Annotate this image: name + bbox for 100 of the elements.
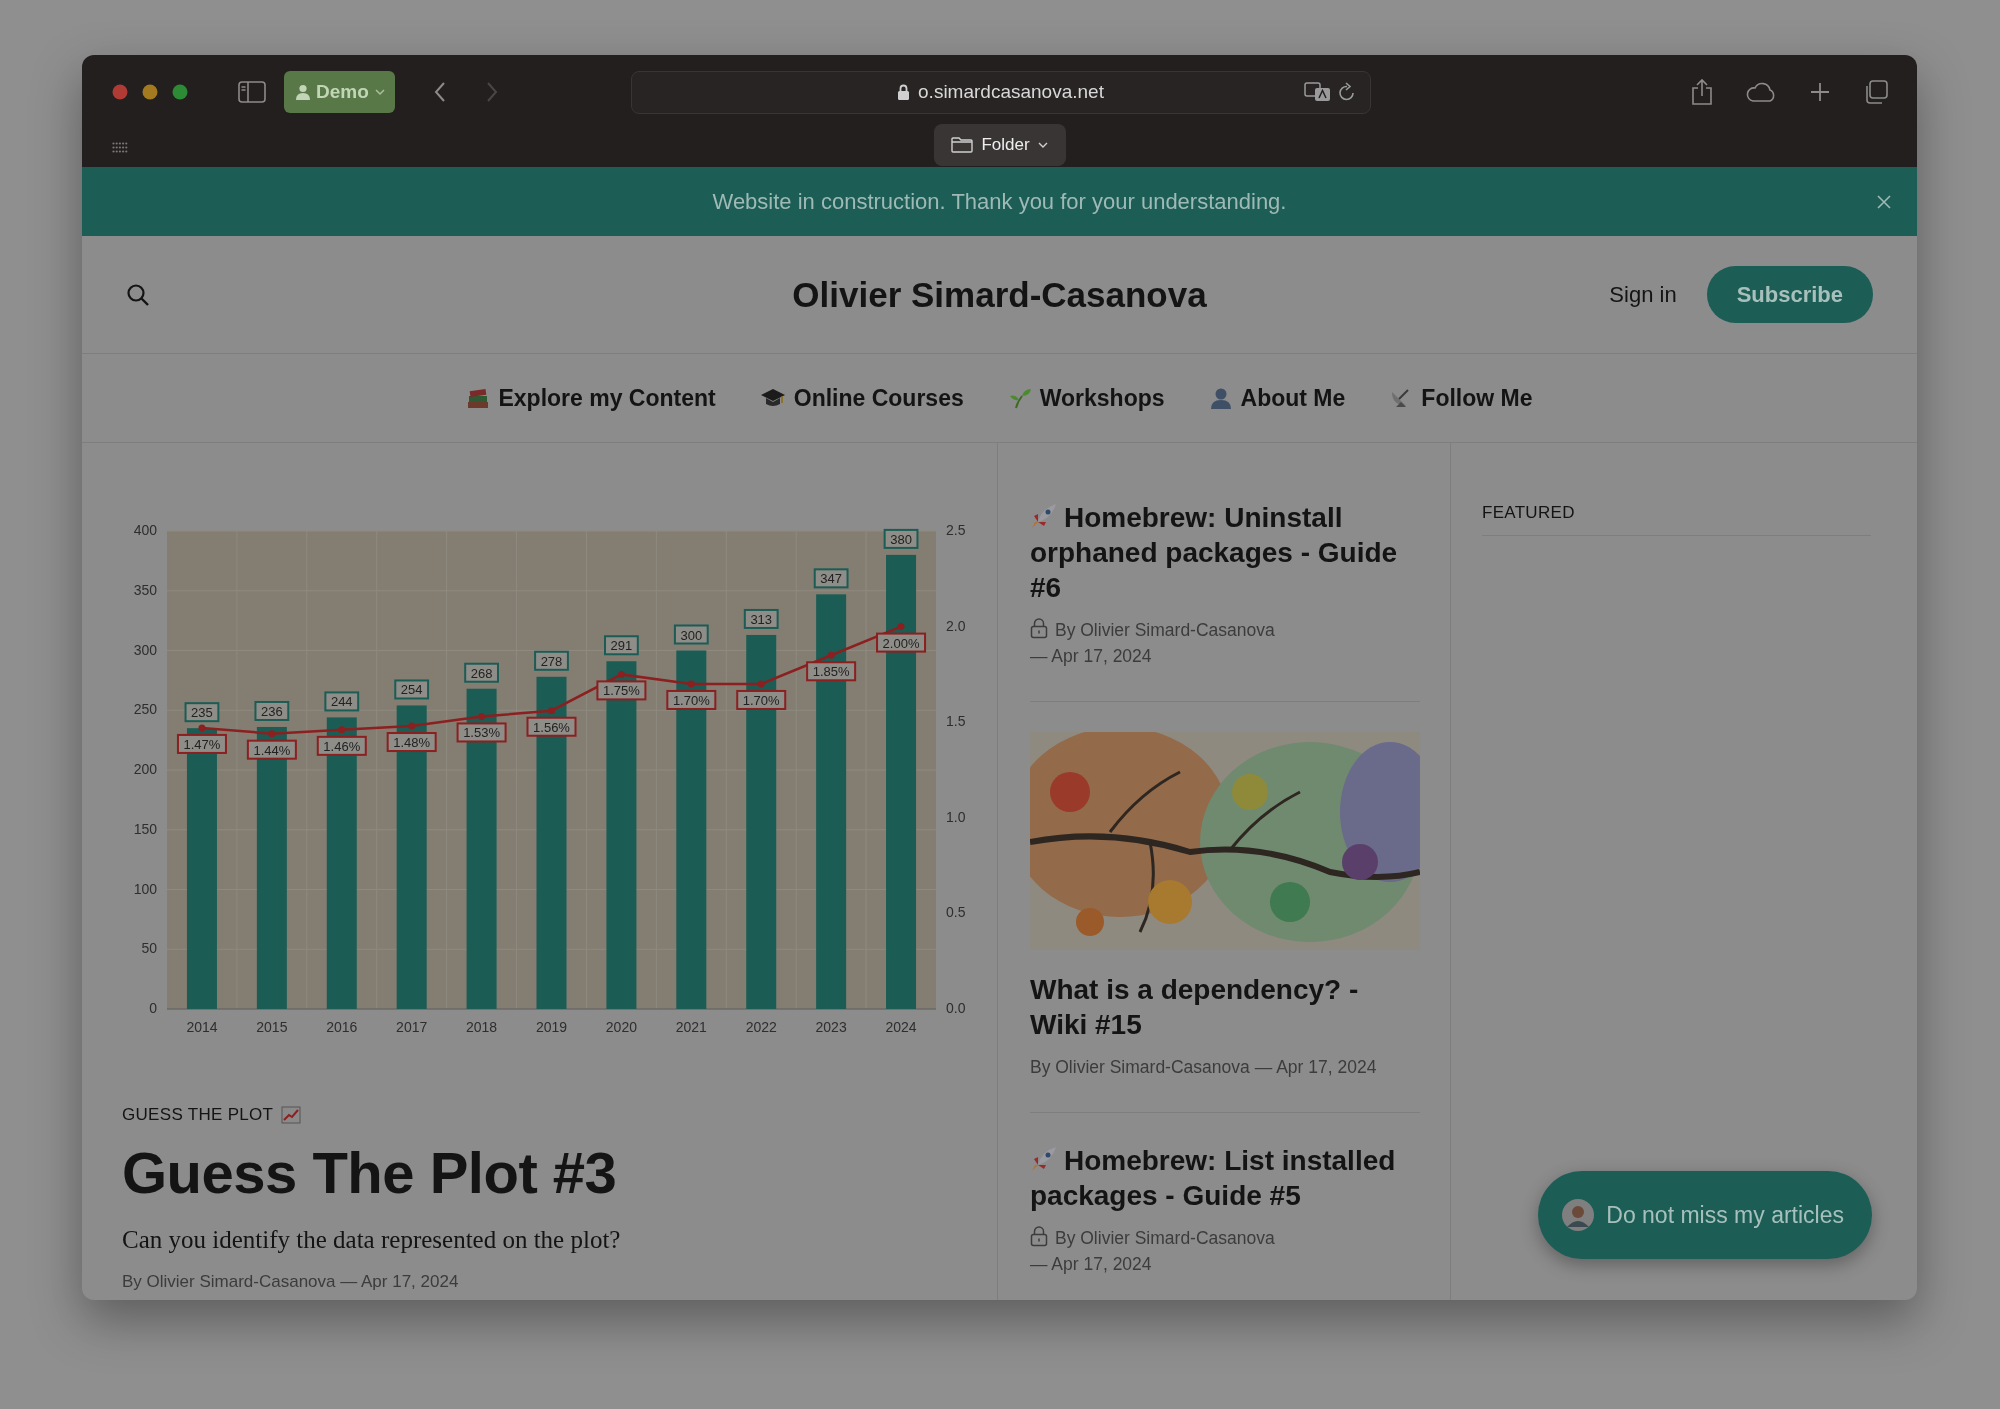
cloud-icon[interactable]	[1745, 81, 1777, 103]
data-point	[757, 680, 765, 688]
lock-icon	[897, 83, 911, 101]
chart-icon	[281, 1106, 302, 1124]
subscribe-button[interactable]: Subscribe	[1706, 266, 1873, 323]
axis-label: 2.5	[946, 522, 966, 538]
rocket-icon	[1029, 1145, 1058, 1173]
data-label: 1.70%	[742, 692, 781, 708]
close-icon[interactable]	[1877, 195, 1891, 209]
data-label: 235	[191, 705, 213, 721]
axis-label: 1.5	[946, 713, 966, 730]
axis-label: 150	[133, 820, 157, 837]
axis-label: 2016	[326, 1019, 358, 1035]
share-icon[interactable]	[1691, 78, 1713, 106]
value-label: 235	[184, 702, 220, 723]
value-label: 1.70%	[666, 689, 717, 710]
value-label: 291	[604, 635, 639, 656]
nav-link[interactable]: About Me	[1208, 384, 1346, 412]
nav-link[interactable]: Follow Me	[1389, 384, 1533, 412]
data-label: 1.75%	[602, 683, 641, 699]
maximize-window-icon[interactable]	[172, 84, 188, 100]
axis-label: 2019	[535, 1019, 568, 1035]
minimize-window-icon[interactable]	[142, 84, 158, 100]
tab-group-button[interactable]: Folder	[933, 124, 1066, 166]
site-title[interactable]: Olivier Simard-Casanova	[792, 274, 1207, 315]
data-point	[478, 712, 486, 720]
post-title[interactable]: Homebrew: List installed packages - Guide #5	[1029, 1143, 1420, 1213]
folder-icon	[951, 137, 974, 153]
grid-icon[interactable]	[112, 142, 128, 154]
axis-label: 50	[141, 940, 157, 957]
search-icon[interactable]	[126, 282, 150, 307]
data-label: 1.47%	[183, 736, 221, 752]
data-label: 254	[400, 682, 423, 698]
value-label: 1.47%	[176, 733, 227, 754]
back-icon[interactable]	[432, 81, 447, 103]
new-tab-icon[interactable]	[1809, 81, 1831, 103]
caret-icon	[374, 88, 385, 96]
rocket-icon	[1029, 502, 1058, 530]
profile-button[interactable]: Demo	[284, 71, 395, 113]
axis-label: 2022	[745, 1019, 777, 1035]
post-author: By Olivier Simard-Casanova	[1054, 620, 1275, 640]
data-label: 1.53%	[463, 725, 501, 741]
axis-label: 250	[133, 701, 157, 718]
post-title[interactable]: What is a dependency? - Wiki #15	[1029, 972, 1420, 1042]
nav-link[interactable]: Online Courses	[759, 384, 964, 412]
sidebar-icon[interactable]	[238, 81, 266, 103]
value-label: 347	[813, 568, 849, 589]
value-label: 1.85%	[806, 661, 857, 682]
data-label: 1.48%	[393, 735, 431, 751]
announcement-text: Website in construction. Thank you for your understanding.	[712, 188, 1287, 215]
axis-label: 300	[133, 641, 157, 658]
axis-label: 2023	[815, 1019, 847, 1035]
sign-in-link[interactable]: Sign in	[1609, 281, 1677, 308]
data-label: 1.44%	[253, 742, 291, 758]
axis-label: 1.0	[946, 808, 966, 825]
axis-label: 2015	[256, 1019, 288, 1035]
section-heading: FEATURED	[1481, 503, 1871, 536]
data-point	[198, 724, 206, 732]
axis-label: 0.0	[946, 1000, 966, 1016]
person-icon	[1208, 387, 1233, 409]
data-label: 380	[890, 531, 912, 547]
data-point	[897, 623, 905, 631]
value-label: 1.56%	[526, 716, 577, 737]
value-label: 1.75%	[596, 680, 647, 701]
post-title[interactable]: Guess The Plot #3	[122, 1139, 967, 1206]
person-icon	[296, 84, 310, 100]
axis-label: 0	[149, 1000, 157, 1016]
translate-icon[interactable]	[1303, 81, 1332, 102]
post-date: — Apr 17, 2024	[1029, 645, 1153, 668]
caret-icon	[1037, 141, 1048, 149]
address-field[interactable]: o.simardcasanova.net	[630, 70, 1371, 114]
post-author: By Olivier Simard-Casanova	[1054, 1228, 1275, 1248]
data-label: 1.70%	[672, 692, 711, 708]
value-label: 236	[254, 701, 290, 721]
value-label: 2.00%	[876, 632, 927, 653]
reload-icon[interactable]	[1337, 81, 1356, 102]
data-point	[408, 722, 416, 730]
value-label: 1.48%	[386, 732, 437, 752]
tabs-overview-icon[interactable]	[1863, 79, 1889, 105]
data-label: 268	[470, 665, 493, 681]
value-label: 278	[534, 650, 569, 671]
nav-link[interactable]: Workshops	[1007, 384, 1165, 412]
data-label: 347	[820, 571, 842, 587]
post-tag[interactable]: GUESS THE PLOT	[122, 1105, 274, 1125]
data-point	[687, 680, 695, 688]
avatar-icon	[1562, 1199, 1595, 1231]
subscribe-popup-button[interactable]: Do not miss my articles	[1538, 1171, 1872, 1259]
data-point	[617, 670, 625, 678]
data-point	[338, 726, 346, 734]
value-label: 268	[464, 662, 499, 683]
close-window-icon[interactable]	[112, 84, 128, 100]
nav-link[interactable]: Explore my Content	[466, 384, 716, 412]
data-point	[268, 730, 276, 738]
value-label: 1.53%	[456, 722, 507, 743]
data-label: 236	[261, 703, 283, 719]
value-label: 1.70%	[736, 689, 787, 710]
axis-label: 2.0	[946, 617, 966, 634]
graduation-cap-icon	[759, 387, 786, 409]
axis-label: 0.5	[946, 904, 966, 921]
post-title[interactable]: Homebrew: Uninstall orphaned packages - Guide #6	[1029, 500, 1420, 605]
